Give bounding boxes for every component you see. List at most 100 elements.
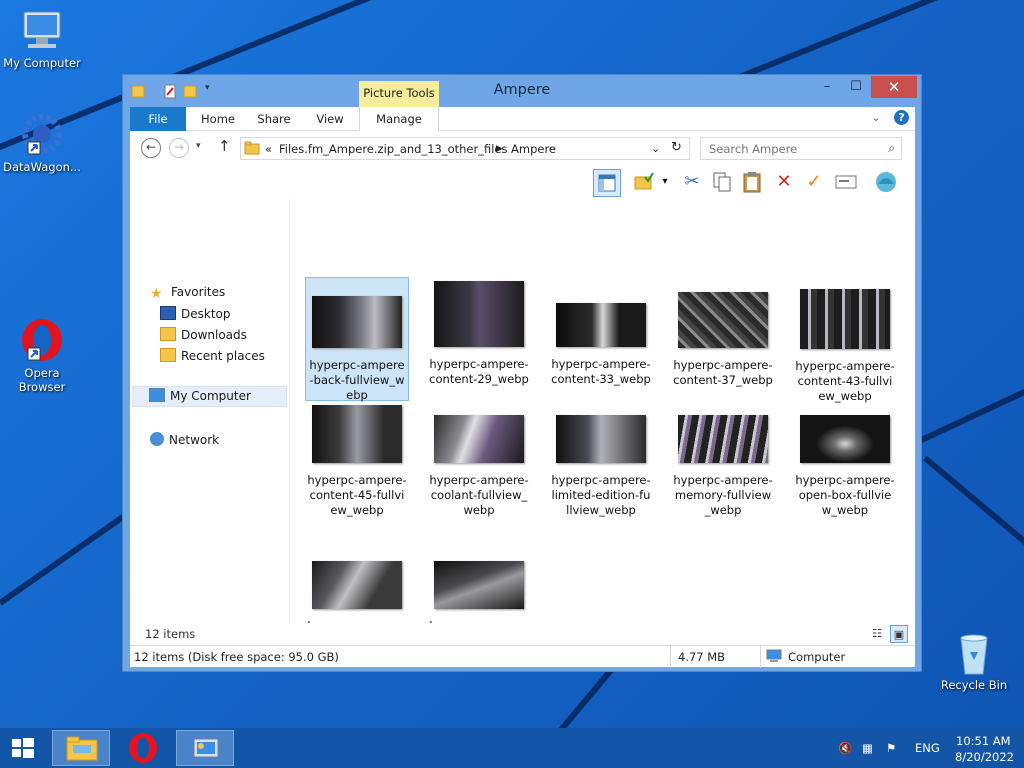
- status-divider: [760, 646, 761, 668]
- recycle-bin-icon: [950, 630, 998, 676]
- file-item[interactable]: hyperpc-ampere-back-fullview_webp: [305, 277, 409, 402]
- forward-button[interactable]: →: [169, 138, 189, 158]
- nav-network[interactable]: Network: [150, 432, 219, 450]
- desktop-icon-opera[interactable]: Opera Browser: [0, 318, 84, 394]
- ribbon-controls: ⌄ ?: [871, 110, 909, 125]
- nav-recent-places[interactable]: Recent places: [160, 348, 265, 366]
- minimize-button[interactable]: –: [813, 76, 841, 98]
- thumbnail: [678, 415, 768, 463]
- desktop-icon-datawagon[interactable]: DataWagon...: [0, 112, 84, 174]
- address-segment-current[interactable]: Ampere: [511, 142, 556, 156]
- tab-share[interactable]: Share: [246, 107, 302, 131]
- folder-icon: [244, 140, 260, 159]
- window-title: Ampere: [493, 82, 551, 98]
- details-bar: 12 items ☷ ▣: [130, 623, 915, 645]
- details-view-icon[interactable]: ☷: [868, 625, 886, 643]
- file-item[interactable]: hyperpc-ampere-content-45-fullview_webp: [305, 405, 409, 518]
- rename-icon[interactable]: [832, 169, 860, 197]
- file-item[interactable]: hyperpc-ampere-open-box-fullview_webp: [793, 415, 897, 518]
- breadcrumb-arrow-icon[interactable]: ▶: [496, 144, 503, 154]
- computer-icon: [149, 388, 165, 402]
- computer-icon: [766, 649, 782, 666]
- downloads-icon: [160, 327, 176, 341]
- taskbar-control-panel[interactable]: [176, 730, 234, 766]
- file-item[interactable]: hyperpc-ampere-limited-edition-fullview_…: [549, 415, 653, 518]
- explorer-window[interactable]: ▾ Picture Tools Ampere – ☐ ✕ File Home S…: [122, 74, 922, 672]
- wallpaper-streak: [913, 372, 1024, 446]
- command-toolbar: ▾ ✂ ✕ ✓: [130, 166, 915, 199]
- status-bar: 12 items (Disk free space: 95.0 GB) 4.77…: [130, 645, 915, 668]
- tab-file[interactable]: File: [130, 107, 186, 131]
- thumbnail: [678, 292, 768, 348]
- tab-manage[interactable]: Manage: [359, 107, 439, 131]
- thumbnail: [312, 561, 402, 609]
- search-box[interactable]: ⌕: [700, 137, 902, 160]
- select-icon[interactable]: ✓: [800, 169, 828, 197]
- recent-places-icon: [160, 348, 176, 362]
- maximize-button[interactable]: ☐: [842, 76, 870, 98]
- up-arrow-icon[interactable]: ↑: [218, 137, 231, 155]
- thumbnail: [312, 405, 402, 463]
- desktop-icon: [160, 306, 176, 320]
- clock-time[interactable]: 10:51 AM: [956, 734, 1011, 748]
- tab-home[interactable]: Home: [190, 107, 246, 131]
- cut-icon[interactable]: ✂: [678, 169, 706, 197]
- help-icon[interactable]: ?: [894, 110, 909, 125]
- status-divider: [670, 646, 671, 668]
- network-status-icon[interactable]: ▦: [862, 741, 873, 755]
- tab-view[interactable]: View: [302, 107, 358, 131]
- close-button[interactable]: ✕: [871, 76, 917, 98]
- clock-date[interactable]: 8/20/2022: [955, 750, 1014, 764]
- taskbar-file-explorer[interactable]: [52, 730, 110, 766]
- recent-locations-icon[interactable]: ▾: [196, 141, 201, 151]
- nav-favorites[interactable]: ★ Favorites: [150, 285, 225, 303]
- status-size: 4.77 MB: [678, 650, 726, 664]
- status-location: Computer: [788, 650, 846, 664]
- folder-options-icon[interactable]: [630, 169, 658, 197]
- title-bar[interactable]: ▾ Picture Tools Ampere – ☐ ✕: [123, 75, 921, 107]
- search-input[interactable]: [701, 138, 876, 159]
- address-overflow[interactable]: «: [265, 142, 272, 156]
- taskbar-opera[interactable]: [114, 730, 172, 766]
- delete-icon[interactable]: ✕: [770, 169, 798, 197]
- file-item[interactable]: hyperpc-ampere-content-43-fullview_webp: [793, 289, 897, 404]
- opera-icon: [129, 733, 157, 763]
- back-button[interactable]: ←: [141, 138, 161, 158]
- thumbnail: [434, 561, 524, 609]
- volume-muted-icon[interactable]: 🔇: [838, 741, 852, 755]
- search-icon[interactable]: ⌕: [888, 141, 895, 156]
- expand-ribbon-icon[interactable]: ⌄: [871, 111, 880, 124]
- taskbar: 🔇 ▦ ⚑ ENG 10:51 AM 8/20/2022: [0, 728, 1024, 768]
- nav-downloads[interactable]: Downloads: [160, 327, 247, 345]
- paste-icon[interactable]: [738, 169, 766, 197]
- dropdown-icon[interactable]: ▾: [658, 169, 672, 197]
- file-item[interactable]: hyperpc-ampere-content-37_webp: [671, 292, 775, 388]
- action-center-icon[interactable]: ⚑: [886, 741, 896, 755]
- address-bar[interactable]: « Files.fm_Ampere.zip_and_13_other_files…: [240, 137, 690, 160]
- copy-icon[interactable]: [708, 169, 736, 197]
- status-disk-space: 12 items (Disk free space: 95.0 GB): [134, 650, 339, 664]
- file-item[interactable]: hyperpc-ampere-coolant-fullview_webp: [427, 415, 531, 518]
- address-segment-parent[interactable]: Files.fm_Ampere.zip_and_13_other_files: [279, 142, 507, 156]
- file-explorer-icon: [66, 736, 98, 761]
- navigation-pane: ★ Favorites Desktop Downloads Recent plac…: [130, 199, 290, 623]
- navigation-bar: ← → ▾ ↑ « Files.fm_Ampere.zip_and_13_oth…: [130, 131, 915, 166]
- shell-icon[interactable]: [872, 169, 900, 197]
- opera-icon: [18, 318, 66, 364]
- thumbnail: [434, 415, 524, 463]
- file-item[interactable]: hyperpc-ampere-content-33_webp: [549, 303, 653, 387]
- desktop-icon-recycle-bin[interactable]: Recycle Bin: [932, 630, 1016, 692]
- large-icons-view-icon[interactable]: ▣: [890, 625, 908, 643]
- start-button[interactable]: [0, 730, 48, 766]
- preview-pane-icon[interactable]: [593, 169, 621, 197]
- language-indicator[interactable]: ENG: [915, 741, 940, 755]
- file-item[interactable]: hyperpc-ampere-memory-fullview_webp: [671, 415, 775, 518]
- network-icon: [150, 432, 164, 446]
- desktop-icon-my-computer[interactable]: My Computer: [0, 8, 84, 70]
- refresh-icon[interactable]: ↻: [671, 140, 682, 155]
- address-dropdown-icon[interactable]: ⌄: [651, 142, 660, 155]
- nav-my-computer[interactable]: My Computer: [132, 386, 287, 407]
- item-count: 12 items: [145, 627, 196, 641]
- file-item[interactable]: hyperpc-ampere-content-29_webp: [427, 281, 531, 387]
- nav-desktop[interactable]: Desktop: [160, 306, 231, 324]
